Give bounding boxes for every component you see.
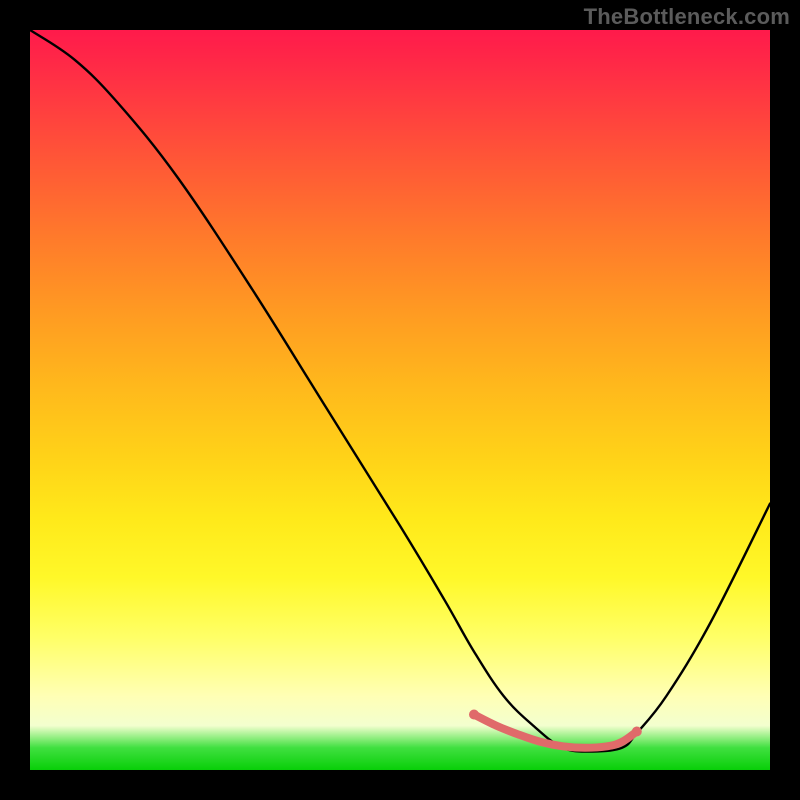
highlight-band-line (474, 715, 637, 748)
plot-area (30, 30, 770, 770)
highlight-dot (469, 710, 479, 720)
bottleneck-curve-line (30, 30, 770, 752)
watermark-text: TheBottleneck.com (584, 4, 790, 30)
chart-svg (30, 30, 770, 770)
highlight-dot (632, 727, 642, 737)
chart-frame: TheBottleneck.com (0, 0, 800, 800)
